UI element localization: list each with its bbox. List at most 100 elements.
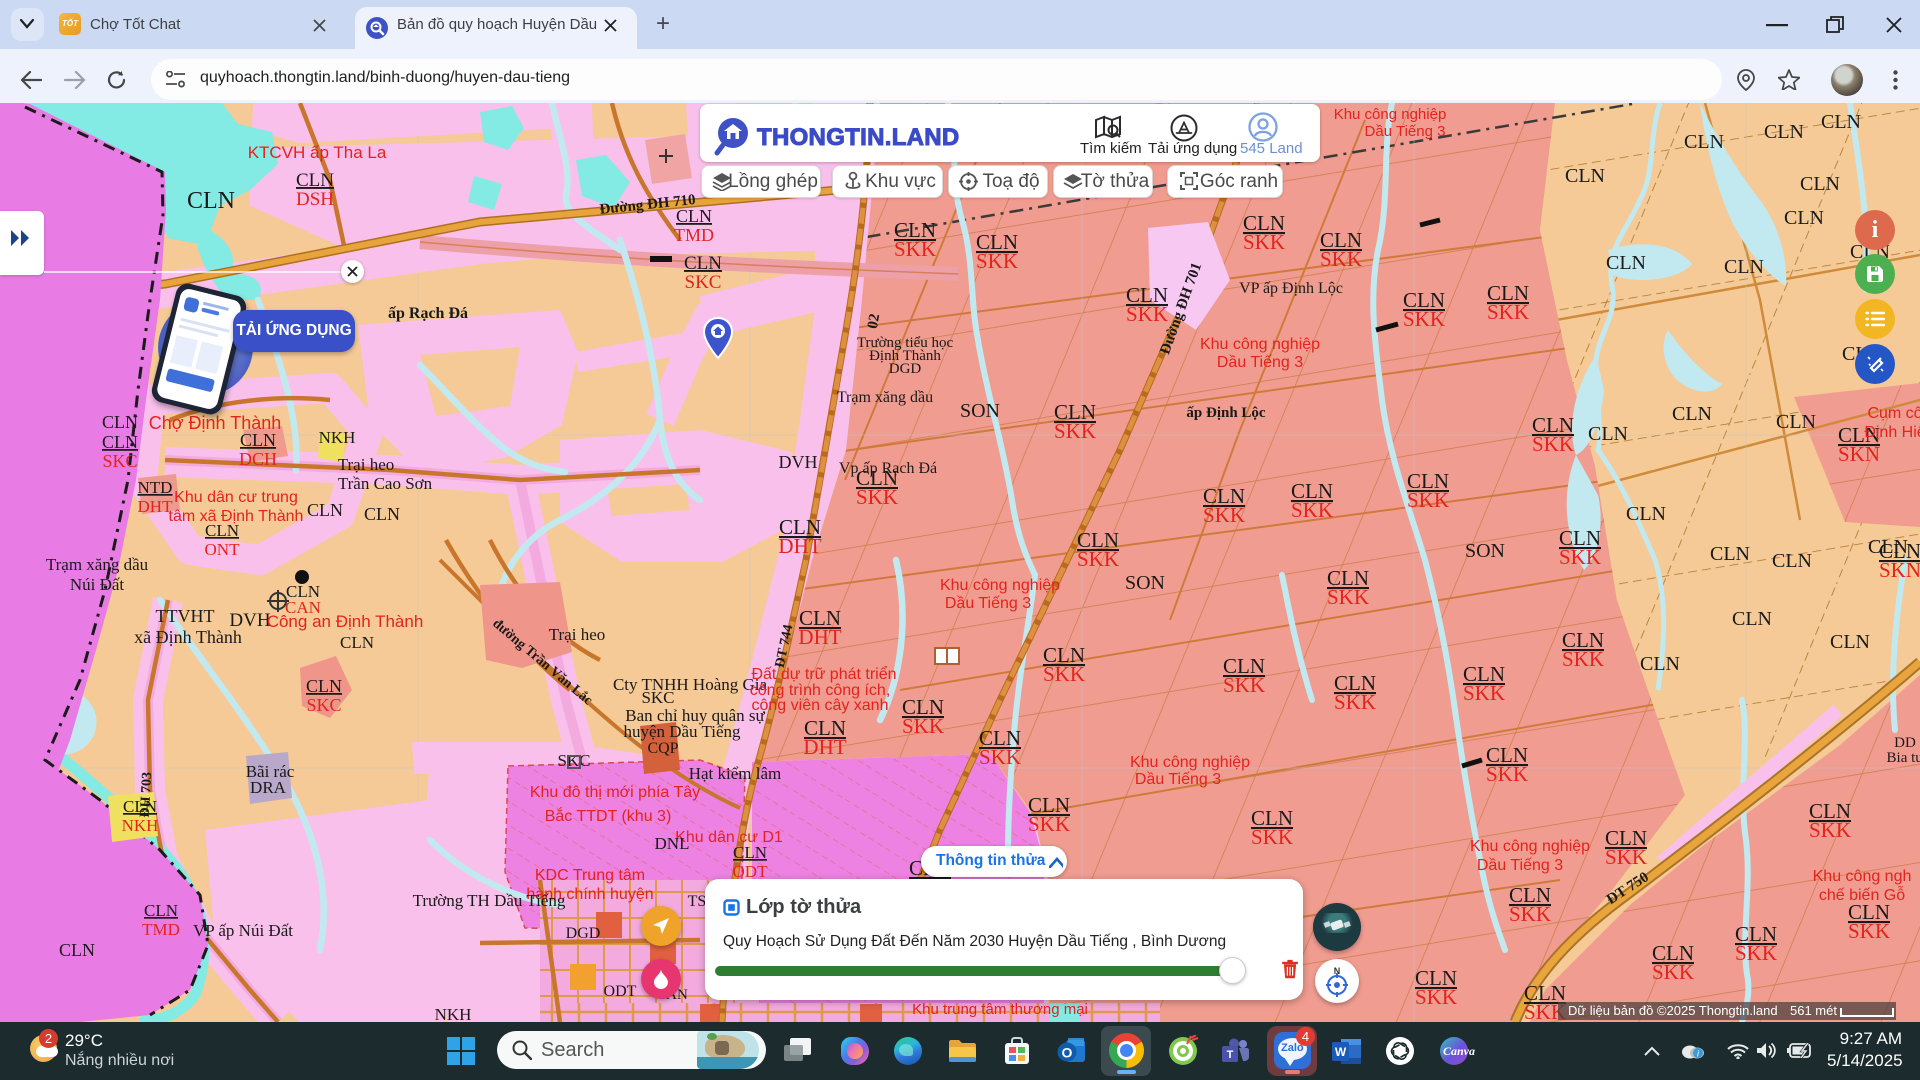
svg-text:SKK: SKK — [1407, 488, 1449, 512]
svg-text:Định Hiệ: Định Hiệ — [1864, 424, 1920, 441]
svg-text:Bắc TTDT (khu 3): Bắc TTDT (khu 3) — [545, 806, 672, 825]
svg-text:Hạt kiểm lâm: Hạt kiểm lâm — [689, 764, 782, 783]
svg-text:CLN: CLN — [340, 633, 374, 652]
svg-text:KDC Trung tâm: KDC Trung tâm — [535, 867, 645, 884]
svg-text:Trại heo: Trại heo — [338, 455, 395, 474]
svg-text:SKC: SKC — [306, 695, 341, 715]
svg-text:Khu công nghiệp: Khu công nghiệp — [1334, 106, 1447, 123]
svg-text:Khu công nghiệp: Khu công nghiệp — [1200, 336, 1320, 353]
svg-text:CLN: CLN — [59, 940, 95, 960]
svg-text:TTVHT: TTVHT — [156, 606, 215, 626]
svg-text:SKK: SKK — [1848, 919, 1890, 943]
svg-text:CLN: CLN — [1606, 252, 1646, 274]
svg-text:Trại heo: Trại heo — [549, 625, 606, 644]
svg-text:Vp ấp Rạch Đá: Vp ấp Rạch Đá — [839, 460, 937, 477]
svg-text:SKK: SKK — [1028, 812, 1070, 836]
svg-text:SKC: SKC — [102, 451, 137, 471]
svg-text:CLN: CLN — [1830, 631, 1870, 653]
svg-text:CLN: CLN — [205, 521, 239, 540]
svg-text:Đất dự trữ phát triển: Đất dự trữ phát triển — [751, 665, 896, 683]
svg-text:DD: DD — [1894, 735, 1916, 751]
svg-text:DGD: DGD — [889, 361, 922, 377]
svg-text:VP ấp Núi Đất: VP ấp Núi Đất — [193, 921, 293, 940]
svg-text:Trường TH Dầu Tiếng: Trường TH Dầu Tiếng — [413, 891, 566, 910]
svg-text:Trạm xăng dầu: Trạm xăng dầu — [46, 555, 149, 574]
svg-text:Núi Đất: Núi Đất — [70, 575, 125, 594]
svg-text:CLN: CLN — [684, 253, 722, 274]
svg-text:TS: TS — [688, 893, 707, 910]
svg-text:SKK: SKK — [1251, 825, 1293, 849]
svg-text:DVH: DVH — [779, 452, 818, 472]
svg-text:CLN: CLN — [1710, 543, 1750, 565]
svg-text:NTD: NTD — [138, 478, 173, 497]
svg-text:Công an Định Thành: Công an Định Thành — [267, 612, 424, 631]
svg-text:SKK: SKK — [1203, 503, 1245, 527]
svg-text:Trần Cao Sơn: Trần Cao Sơn — [338, 474, 433, 493]
svg-text:TMD: TMD — [142, 920, 180, 939]
svg-text:NKH: NKH — [122, 816, 159, 835]
svg-text:Dầu Tiếng 3: Dầu Tiếng 3 — [945, 595, 1031, 612]
svg-text:SKN: SKN — [1879, 558, 1920, 582]
svg-text:SON: SON — [960, 400, 1000, 422]
svg-text:CLN: CLN — [364, 504, 400, 524]
svg-text:ODT: ODT — [604, 983, 637, 1000]
svg-text:Dầu Tiếng 3: Dầu Tiếng 3 — [1217, 354, 1303, 371]
svg-text:CLN: CLN — [1672, 403, 1712, 425]
svg-text:SKK: SKK — [1077, 547, 1119, 571]
svg-text:NKH: NKH — [435, 1005, 472, 1022]
svg-text:SKK: SKK — [1126, 302, 1168, 326]
svg-text:SKK: SKK — [1509, 902, 1551, 926]
svg-text:CLN: CLN — [296, 170, 334, 191]
svg-text:DHT: DHT — [803, 735, 846, 759]
svg-text:SKC: SKC — [641, 688, 674, 707]
svg-text:Trạm xăng dầu: Trạm xăng dầu — [837, 389, 933, 406]
svg-text:DRA: DRA — [250, 778, 287, 797]
svg-text:DGD: DGD — [566, 925, 601, 942]
svg-text:SKK: SKK — [1487, 300, 1529, 324]
svg-text:SKK: SKK — [1463, 681, 1505, 705]
svg-text:ấp Định Lộc: ấp Định Lộc — [1186, 405, 1266, 421]
svg-text:O: O — [1062, 1045, 1073, 1061]
svg-text:DVH: DVH — [229, 610, 270, 631]
svg-text:SKK: SKK — [1735, 941, 1777, 965]
svg-text:Dầu Tiếng 3: Dầu Tiếng 3 — [1135, 771, 1221, 788]
svg-text:T: T — [1227, 1049, 1234, 1061]
svg-text:Khu dân cư trung: Khu dân cư trung — [174, 489, 298, 506]
svg-text:NKH: NKH — [319, 428, 356, 447]
svg-text:SKK: SKK — [1605, 845, 1647, 869]
svg-text:CLN: CLN — [187, 188, 235, 214]
svg-text:Cty TNHH Hoàng Gia: Cty TNHH Hoàng Gia — [613, 675, 768, 694]
svg-text:SKK: SKK — [1486, 762, 1528, 786]
svg-text:CLN: CLN — [1640, 653, 1680, 675]
svg-text:KTCVH ấp Tha La: KTCVH ấp Tha La — [248, 143, 387, 162]
svg-text:SKK: SKK — [1532, 432, 1574, 456]
svg-text:Dầu Tiếng 3: Dầu Tiếng 3 — [1365, 123, 1446, 140]
svg-text:VP ấp Định Lộc: VP ấp Định Lộc — [1239, 280, 1343, 297]
svg-text:CLN: CLN — [733, 843, 767, 862]
svg-text:CLN: CLN — [1588, 423, 1628, 445]
svg-text:CLN: CLN — [1684, 131, 1724, 153]
svg-text:SKK: SKK — [1559, 545, 1601, 569]
svg-text:CLN: CLN — [1732, 608, 1772, 630]
svg-text:SKK: SKK — [1652, 960, 1694, 984]
svg-text:Bia tư: Bia tư — [1887, 750, 1920, 766]
svg-text:Cụm cô: Cụm cô — [1867, 405, 1920, 422]
svg-text:SKK: SKK — [1415, 985, 1457, 1009]
svg-text:SKK: SKK — [902, 714, 944, 738]
svg-text:Dầu Tiếng 3: Dầu Tiếng 3 — [1477, 857, 1563, 874]
svg-text:SKK: SKK — [1327, 585, 1369, 609]
svg-text:DNL: DNL — [655, 834, 690, 853]
svg-text:CLN: CLN — [240, 430, 276, 450]
svg-text:Khu công nghiệp: Khu công nghiệp — [1470, 838, 1590, 855]
svg-text:Khu công nghiệp: Khu công nghiệp — [940, 577, 1060, 594]
svg-text:Khu công nghiệp: Khu công nghiệp — [1130, 754, 1250, 771]
svg-text:công viên cây xanh: công viên cây xanh — [752, 697, 889, 714]
svg-text:DCH: DCH — [239, 449, 277, 469]
svg-text:ĐH 703: ĐH 703 — [138, 772, 155, 818]
svg-text:SKK: SKK — [1243, 230, 1285, 254]
svg-text:W: W — [1335, 1045, 1347, 1059]
svg-text:SKK: SKK — [1809, 818, 1851, 842]
svg-text:ấp Rạch Đá: ấp Rạch Đá — [388, 305, 468, 322]
svg-text:SKK: SKK — [976, 249, 1018, 273]
svg-text:chế biến Gỗ: chế biến Gỗ — [1819, 885, 1905, 904]
